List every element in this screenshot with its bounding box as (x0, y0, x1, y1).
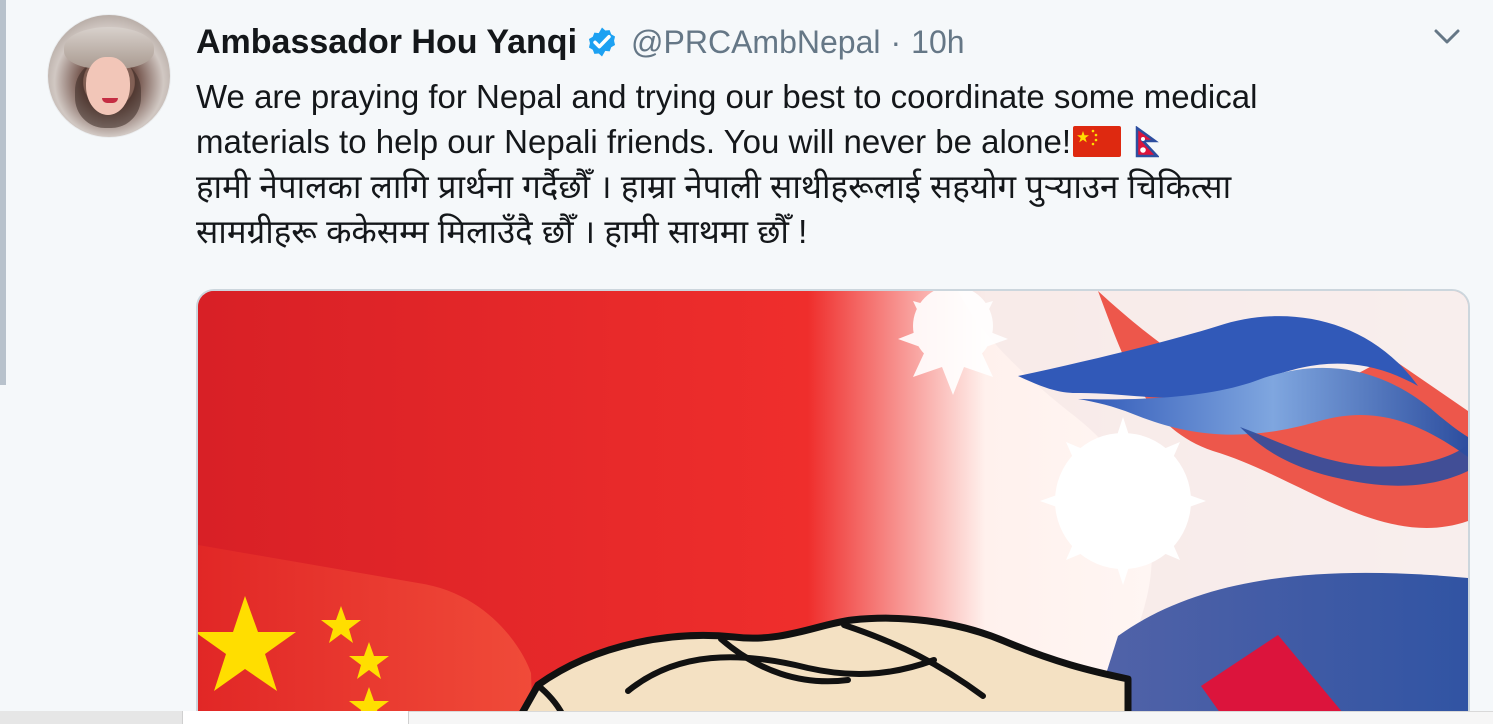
tweet-text: We are praying for Nepal and trying our … (196, 74, 1471, 254)
avatar-mouth (102, 98, 118, 103)
author-avatar[interactable] (48, 15, 170, 137)
china-flag-icon (1073, 126, 1122, 157)
author-handle[interactable]: @PRCAmbNepal (631, 22, 880, 62)
author-name[interactable]: Ambassador Hou Yanqi (196, 22, 577, 62)
header-separator: · (890, 24, 902, 60)
china-nepal-handshake-illustration (198, 291, 1468, 724)
chevron-down-icon[interactable] (1429, 24, 1465, 48)
tweet-time[interactable]: 10h (911, 22, 964, 62)
tweet-text-line-2: materials to help our Nepali friends. Yo… (196, 119, 1471, 164)
tweet-text-line-4: सामग्रीहरू ककेसम्म मिलाउँदै छौँ । हामी स… (196, 213, 808, 250)
verified-badge-icon (588, 27, 616, 57)
tweet-image[interactable] (196, 289, 1470, 724)
avatar-face (86, 57, 130, 115)
nepal-flag-icon (1135, 126, 1160, 158)
tweet-text-line-3: हामी नेपालका लागि प्रार्थना गर्दैछौँ । ह… (196, 168, 1232, 205)
bottom-tab-segment (0, 711, 182, 724)
tweet-text-line-2-copy: materials to help our Nepali friends. Yo… (196, 123, 1072, 160)
tweet-text-line-1: We are praying for Nepal and trying our … (196, 78, 1258, 115)
tweet-card[interactable]: Ambassador Hou Yanqi @PRCAmbNepal · 10h … (0, 0, 1493, 724)
tweet-screen: Ambassador Hou Yanqi @PRCAmbNepal · 10h … (0, 0, 1493, 724)
tweet-header: Ambassador Hou Yanqi @PRCAmbNepal · 10h (196, 22, 965, 62)
bottom-active-segment (182, 711, 409, 724)
